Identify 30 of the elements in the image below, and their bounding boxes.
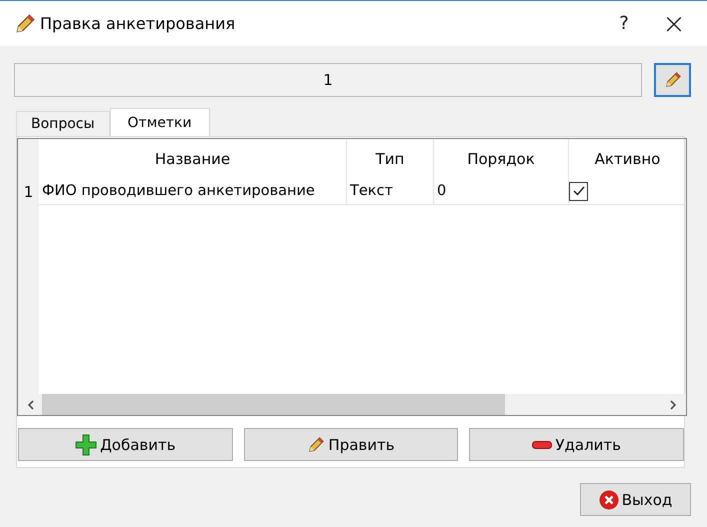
scroll-left-icon[interactable]	[26, 398, 36, 410]
table-cell: 0	[434, 178, 569, 205]
column-header[interactable]: Название	[39, 139, 347, 178]
delete-button[interactable]: Удалить	[469, 428, 684, 461]
column-header[interactable]: Порядок	[434, 139, 569, 178]
exit-button[interactable]: Выход	[580, 483, 691, 516]
tab[interactable]: Отметки	[110, 108, 210, 136]
pencil-icon	[307, 436, 326, 454]
scroll-right-icon[interactable]	[668, 398, 678, 410]
table-cell: ФИО проводившего анкетирование	[39, 178, 347, 205]
tab[interactable]: Вопросы	[16, 111, 110, 136]
checkbox[interactable]	[569, 182, 588, 200]
help-button[interactable]: ?	[601, 1, 647, 46]
table-cell: Текст	[347, 178, 434, 205]
pencil-icon	[14, 12, 36, 34]
value-field[interactable]: 1	[14, 63, 642, 97]
cancel-icon	[598, 490, 619, 510]
window-title: Правка анкетирования	[40, 14, 236, 33]
close-button[interactable]: ×	[651, 1, 697, 46]
column-header[interactable]: Активно	[569, 139, 686, 178]
column-header[interactable]: Тип	[347, 139, 434, 178]
horizontal-scrollbar[interactable]	[18, 394, 686, 415]
edit-button[interactable]: Править	[244, 428, 458, 461]
scrollbar-thumb[interactable]	[42, 394, 505, 415]
row-number: 1	[18, 178, 39, 205]
edit-button[interactable]	[654, 63, 691, 97]
add-button[interactable]: Добавить	[18, 428, 233, 461]
minus-icon	[532, 440, 552, 448]
plus-icon	[75, 434, 98, 456]
pencil-icon	[664, 71, 682, 89]
